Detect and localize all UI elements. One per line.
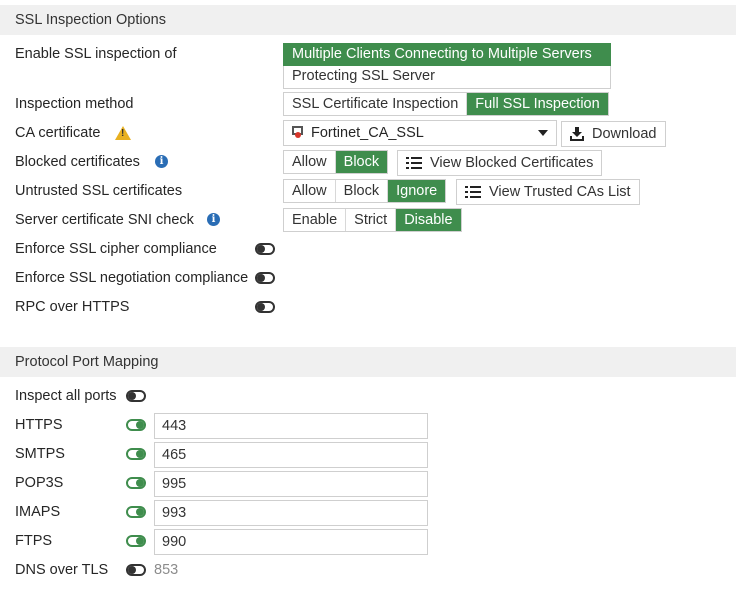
protocol-label-pop3s: POP3S [15, 475, 64, 491]
option-untrusted-ignore[interactable]: Ignore [388, 180, 446, 202]
warning-icon: ! [115, 126, 131, 140]
ftps-port-input[interactable]: 990 [154, 529, 428, 555]
pop3s-toggle[interactable] [126, 477, 146, 489]
ca-certificate-select[interactable]: Fortinet_CA_SSL [283, 120, 557, 146]
smtps-port-input[interactable]: 465 [154, 442, 428, 468]
sni-check-label: Server certificate SNI check [15, 212, 194, 228]
option-ssl-certificate-inspection[interactable]: SSL Certificate Inspection [284, 93, 468, 115]
smtps-toggle[interactable] [126, 448, 146, 460]
negotiation-compliance-toggle[interactable] [255, 272, 275, 284]
info-icon[interactable]: i [207, 213, 220, 226]
option-multiple-clients[interactable]: Multiple Clients Connecting to Multiple … [283, 43, 611, 66]
inspect-all-ports-label: Inspect all ports [15, 388, 117, 404]
download-button-label: Download [592, 126, 657, 142]
enable-ssl-inspection-selector: Multiple Clients Connecting to Multiple … [283, 43, 611, 89]
dns-over-tls-toggle[interactable] [126, 564, 146, 576]
inspection-method-selector: SSL Certificate Inspection Full SSL Insp… [283, 92, 609, 116]
cipher-compliance-label: Enforce SSL cipher compliance [15, 241, 217, 257]
option-full-ssl-inspection[interactable]: Full SSL Inspection [467, 93, 608, 115]
protocol-label-ftps: FTPS [15, 533, 53, 549]
list-icon [465, 186, 481, 198]
protocol-label-imaps: IMAPS [15, 504, 61, 520]
protocol-label-smtps: SMTPS [15, 446, 65, 462]
protocol-port-mapping-header: Protocol Port Mapping [0, 347, 736, 377]
protocol-label-https: HTTPS [15, 417, 63, 433]
view-blocked-certificates-button[interactable]: View Blocked Certificates [397, 150, 603, 176]
view-blocked-certificates-label: View Blocked Certificates [430, 155, 594, 171]
download-icon [570, 127, 584, 141]
imaps-toggle[interactable] [126, 506, 146, 518]
chevron-down-icon [538, 130, 548, 136]
option-sni-strict[interactable]: Strict [346, 209, 397, 231]
ca-certificate-value: Fortinet_CA_SSL [311, 125, 424, 141]
option-untrusted-allow[interactable]: Allow [284, 180, 336, 202]
imaps-port-input[interactable]: 993 [154, 500, 428, 526]
option-untrusted-block[interactable]: Block [336, 180, 389, 202]
sni-check-selector: Enable Strict Disable [283, 208, 462, 232]
info-icon[interactable]: i [155, 155, 168, 168]
untrusted-ssl-certificates-label: Untrusted SSL certificates [15, 183, 183, 199]
protocol-label-dns-over-tls: DNS over TLS [15, 562, 109, 578]
option-protecting-ssl-server[interactable]: Protecting SSL Server [283, 66, 611, 89]
inspect-all-ports-toggle[interactable] [126, 390, 146, 402]
ssl-inspection-options-header: SSL Inspection Options [0, 5, 736, 35]
option-sni-enable[interactable]: Enable [284, 209, 347, 231]
certificate-icon [292, 126, 304, 140]
rpc-over-https-toggle[interactable] [255, 301, 275, 313]
pop3s-port-input[interactable]: 995 [154, 471, 428, 497]
ca-certificate-label: CA certificate [15, 125, 101, 141]
blocked-certificates-label: Blocked certificates [15, 154, 140, 170]
view-trusted-cas-list-button[interactable]: View Trusted CAs List [456, 179, 640, 205]
view-trusted-cas-list-label: View Trusted CAs List [489, 184, 631, 200]
dns-over-tls-port-value: 853 [154, 562, 179, 578]
option-blocked-block[interactable]: Block [335, 151, 388, 173]
cipher-compliance-toggle[interactable] [255, 243, 275, 255]
list-icon [406, 157, 422, 169]
blocked-certificates-selector: Allow Block [283, 150, 389, 174]
https-toggle[interactable] [126, 419, 146, 431]
download-button[interactable]: Download [561, 121, 666, 147]
option-blocked-allow[interactable]: Allow [284, 151, 336, 173]
ftps-toggle[interactable] [126, 535, 146, 547]
untrusted-ssl-certificates-selector: Allow Block Ignore [283, 179, 447, 203]
rpc-over-https-label: RPC over HTTPS [15, 299, 130, 315]
negotiation-compliance-label: Enforce SSL negotiation compliance [15, 270, 249, 286]
inspection-method-label: Inspection method [15, 96, 134, 112]
https-port-input[interactable]: 443 [154, 413, 428, 439]
enable-ssl-inspection-label: Enable SSL inspection of [15, 46, 177, 62]
option-sni-disable[interactable]: Disable [396, 209, 461, 231]
